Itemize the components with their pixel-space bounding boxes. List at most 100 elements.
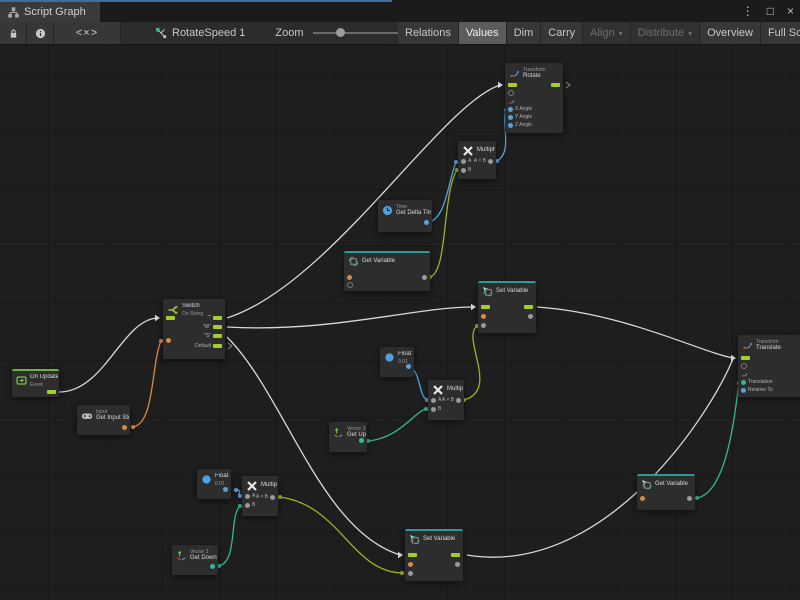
data-port (406, 364, 411, 369)
data-port (223, 487, 228, 492)
wire-update-to-switch[interactable] (59, 318, 158, 392)
port-left-a[interactable]: A (245, 493, 255, 499)
node-on-update[interactable]: On UpdateEvent (12, 369, 59, 397)
node-set-variable-top[interactable]: Set Variable (478, 281, 536, 333)
port-left-b[interactable]: B (461, 167, 471, 173)
port-right[interactable] (551, 82, 560, 88)
wire-switch-to-setvar-top[interactable] (227, 307, 473, 328)
port-label: "" (207, 315, 211, 321)
port-right--s-[interactable]: "S" (204, 333, 222, 339)
port-right[interactable] (210, 563, 215, 569)
port-right[interactable] (687, 495, 692, 501)
node-get-delta-time[interactable]: TimeGet Delta Time (378, 200, 432, 232)
node-multiply-mid[interactable]: MultiplyABA × B (428, 380, 464, 420)
node-multiply-top[interactable]: Multiply ABA × B (458, 141, 496, 179)
port-left-b[interactable]: B (245, 502, 255, 508)
port-right--w-[interactable]: "W" (203, 324, 222, 330)
wire-getup-to-multiply[interactable] (368, 409, 426, 441)
port-left[interactable] (508, 82, 517, 88)
port-left[interactable] (741, 371, 748, 377)
port-right[interactable] (406, 363, 411, 369)
port-left-y-angle[interactable]: Y Angle (508, 114, 532, 120)
port-label: B (468, 167, 471, 173)
port-right[interactable] (528, 313, 533, 319)
wire-setvar-top-to-translate[interactable] (537, 307, 733, 358)
data-port (245, 503, 250, 508)
port-label: X Angle (515, 106, 532, 112)
node-get-variable-mid[interactable]: Get Variable (344, 251, 430, 291)
port-left-a[interactable]: A (461, 158, 471, 164)
data-port (741, 388, 746, 393)
node-float-bot[interactable]: Float0.01 (197, 469, 231, 499)
port-left[interactable] (640, 495, 645, 501)
port-right[interactable] (359, 437, 364, 443)
node-switch-on-string[interactable]: SwitchOn String"""W""S"Default (163, 299, 225, 359)
node-translate[interactable]: TransformTranslateTranslationRelative To (738, 335, 800, 397)
port-left[interactable] (741, 363, 747, 369)
port-left-z-angle[interactable]: Z Angle (508, 122, 532, 128)
port-left[interactable] (347, 274, 352, 280)
port-left[interactable] (481, 322, 486, 328)
wire-arrowhead (471, 304, 476, 310)
node-get-up[interactable]: Vector 3Get Up (329, 422, 367, 452)
flow-port (213, 344, 222, 348)
port-right[interactable] (47, 389, 56, 395)
port-left-relative-to[interactable]: Relative To (741, 387, 773, 393)
port-left[interactable] (166, 315, 175, 321)
node-get-input-string[interactable]: InputGet Input String (77, 405, 130, 435)
wire-getvar-to-translate[interactable] (697, 383, 739, 498)
data-port (456, 398, 461, 403)
node-header-text: TransformRotate (523, 67, 546, 81)
node-float-mid[interactable]: Float0.01 (380, 347, 414, 377)
port-label: A (252, 493, 255, 499)
port-left[interactable] (347, 282, 353, 288)
node-get-down[interactable]: Vector 3Get Down (172, 545, 218, 575)
port-left[interactable] (408, 552, 417, 558)
port-right[interactable] (455, 561, 460, 567)
port-right[interactable] (524, 304, 533, 310)
transform-port-icon (508, 98, 515, 105)
port-left[interactable] (408, 561, 413, 567)
port-right[interactable] (422, 274, 427, 280)
wire-setvar-bot-to-translate[interactable] (467, 359, 733, 557)
node-header-text: Set Variable (496, 288, 528, 296)
port-right[interactable] (424, 219, 429, 225)
wire-switch-to-setvar-bot[interactable] (227, 337, 400, 555)
port-right[interactable] (122, 424, 127, 430)
port-right-default[interactable]: Default (195, 343, 222, 349)
node-header-text: Multiply (477, 147, 495, 155)
port-left[interactable] (508, 90, 514, 96)
port-right[interactable] (451, 552, 460, 558)
node-multiply-bot[interactable]: MultiplyABA × B (242, 476, 278, 516)
vector3-icon (176, 550, 187, 561)
wire-multiply-to-setvar-top[interactable] (464, 326, 480, 400)
port-left[interactable] (481, 304, 490, 310)
port-left-b[interactable]: B (431, 406, 441, 412)
port-right-a-b[interactable]: A × B (442, 397, 461, 403)
wire-getvar-to-multiply[interactable] (430, 170, 457, 277)
port-left[interactable] (408, 570, 413, 576)
port-left[interactable] (741, 355, 750, 361)
node-get-variable-br[interactable]: Get Variable (637, 474, 695, 510)
port-left-a[interactable]: A (431, 397, 441, 403)
port-label: Default (195, 343, 211, 349)
multiply-icon (462, 145, 474, 157)
node-title: Float (215, 473, 228, 481)
node-color-bar (405, 529, 463, 531)
wire-deltatime-to-multiply[interactable] (429, 162, 456, 222)
port-left[interactable] (481, 313, 486, 319)
port-right--[interactable]: "" (207, 315, 222, 321)
port-right-a-b[interactable]: A × B (474, 158, 493, 164)
node-set-variable-bot[interactable]: Set Variable (405, 529, 463, 581)
port-right-a-b[interactable]: A × B (256, 494, 275, 500)
wire-input-to-switch[interactable] (133, 341, 161, 427)
wire-multiply-to-setvar-bot[interactable] (280, 497, 402, 573)
port-left-translation[interactable]: Translation (741, 379, 773, 385)
flow-port (481, 305, 490, 309)
wire-getdown-to-multiply[interactable] (219, 506, 240, 566)
node-rotate[interactable]: TransformRotate X Angle Y Angle Z Angle (505, 63, 563, 133)
port-left[interactable] (508, 98, 515, 104)
port-left-x-angle[interactable]: X Angle (508, 106, 532, 112)
port-left[interactable] (166, 337, 171, 343)
port-right[interactable] (223, 486, 228, 492)
